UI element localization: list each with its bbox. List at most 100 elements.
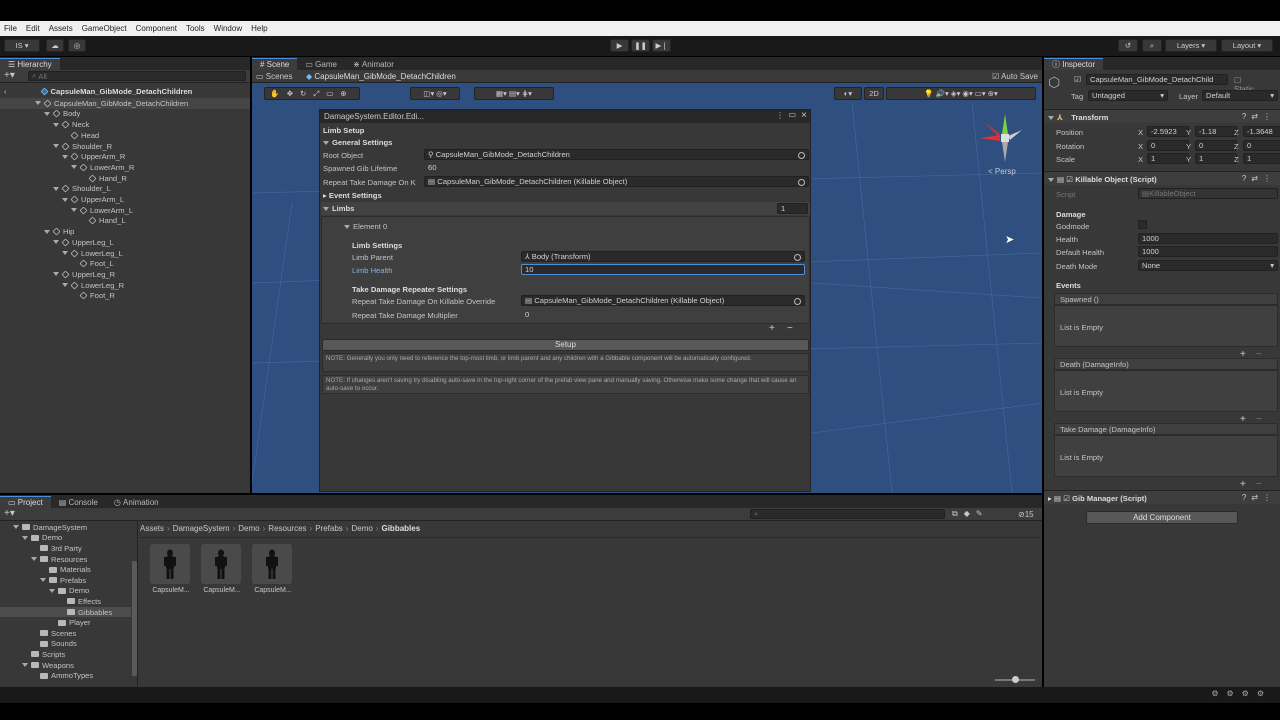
tab-inspector[interactable]: ⓘ Inspector bbox=[1044, 58, 1104, 70]
pause-button[interactable]: ❚❚ bbox=[631, 39, 650, 52]
hierarchy-item[interactable]: Foot_R bbox=[71, 291, 115, 302]
expand-arrow-icon[interactable] bbox=[62, 154, 68, 159]
step-button[interactable]: ▶❘ bbox=[652, 39, 671, 52]
folder-item[interactable]: Prefabs bbox=[0, 575, 131, 586]
grid-snap-tools[interactable]: ▦▾ ▤▾ ⋕▾ bbox=[474, 87, 554, 100]
breadcrumb-item[interactable]: Demo bbox=[351, 524, 372, 533]
project-search-input[interactable]: ⌕ bbox=[750, 509, 945, 519]
object-picker-icon[interactable] bbox=[798, 151, 805, 159]
breadcrumb-item[interactable]: Demo bbox=[238, 524, 259, 533]
object-picker-icon[interactable] bbox=[794, 253, 801, 261]
close-icon[interactable]: × bbox=[801, 110, 807, 121]
tab-hierarchy[interactable]: ☰ Hierarchy bbox=[0, 58, 60, 70]
account-button[interactable]: IS ▾ bbox=[4, 39, 40, 52]
hierarchy-item[interactable]: UpperLeg_L bbox=[53, 237, 114, 248]
transform-tools[interactable]: ✋✥↻⤢▭⊕ bbox=[264, 87, 360, 100]
add-event-button[interactable]: + bbox=[1240, 479, 1246, 490]
transform-rotation-x-field[interactable]: 0 bbox=[1147, 139, 1189, 151]
menu-help[interactable]: Help bbox=[251, 24, 267, 33]
expand-arrow-icon[interactable] bbox=[31, 557, 37, 562]
object-picker-icon[interactable] bbox=[794, 297, 801, 305]
death-mode-dropdown[interactable]: None ▾ bbox=[1138, 260, 1278, 271]
collab-icon[interactable]: ◎ bbox=[68, 39, 86, 52]
expand-arrow-icon[interactable] bbox=[40, 578, 46, 583]
expand-arrow-icon[interactable] bbox=[53, 144, 59, 149]
tab-animator[interactable]: ⋇ Animator bbox=[345, 58, 402, 70]
expand-arrow-icon[interactable] bbox=[35, 101, 41, 106]
prefab-breadcrumb[interactable]: ◆ CapsuleMan_GibMode_DetachChildren bbox=[306, 72, 456, 81]
folder-item[interactable]: Gibbables bbox=[0, 606, 131, 618]
transform-scale-z-field[interactable]: 1 bbox=[1243, 153, 1280, 164]
component-menu-icons[interactable]: ?⇄⋮ bbox=[1242, 174, 1276, 183]
hierarchy-item[interactable]: UpperLeg_R bbox=[53, 269, 115, 280]
folder-tree-scrollbar[interactable] bbox=[132, 561, 137, 676]
auto-save-toggle[interactable]: ☑ Auto Save bbox=[992, 72, 1038, 81]
component-menu-icons[interactable]: ?⇄⋮ bbox=[1242, 112, 1276, 121]
remove-limb-button[interactable]: − bbox=[787, 323, 793, 334]
expand-arrow-icon[interactable] bbox=[62, 197, 68, 202]
hierarchy-item[interactable]: LowerArm_L bbox=[71, 205, 133, 216]
tab-animation[interactable]: ◷ Animation bbox=[106, 496, 167, 508]
breadcrumb-item[interactable]: DamageSystem bbox=[173, 524, 230, 533]
hierarchy-search-input[interactable]: ⌕ All bbox=[28, 71, 246, 81]
menu-gameobject[interactable]: GameObject bbox=[82, 24, 127, 33]
multiplier-field[interactable]: 0 bbox=[521, 309, 805, 320]
expand-arrow-icon[interactable] bbox=[22, 663, 28, 668]
hierarchy-item[interactable]: Shoulder_L bbox=[53, 184, 111, 195]
add-component-button[interactable]: Add Component bbox=[1086, 511, 1238, 524]
event-settings-foldout[interactable]: ▸ Event Settings bbox=[323, 191, 382, 200]
project-add-icon[interactable]: +▾ bbox=[4, 508, 15, 519]
menu-component[interactable]: Component bbox=[136, 24, 177, 33]
transform-position-z-field[interactable]: -1.3648 bbox=[1243, 126, 1280, 137]
killable-header[interactable]: ▤ ☑ Killable Object (Script) ?⇄⋮ bbox=[1044, 171, 1280, 185]
hierarchy-item[interactable]: Body bbox=[44, 109, 80, 120]
folder-item[interactable]: Demo bbox=[0, 533, 131, 544]
scenes-breadcrumb[interactable]: ▭ Scenes bbox=[256, 72, 292, 81]
expand-arrow-icon[interactable] bbox=[53, 122, 59, 127]
play-button[interactable]: ▶ bbox=[610, 39, 629, 52]
cloud-icon[interactable]: ☁ bbox=[46, 39, 64, 52]
object-name-field[interactable]: CapsuleMan_GibMode_DetachChild bbox=[1086, 74, 1228, 85]
expand-arrow-icon[interactable] bbox=[62, 251, 68, 256]
status-icons[interactable]: ⚙⚙⚙⚙ bbox=[1211, 689, 1272, 698]
transform-scale-y-field[interactable]: 1 bbox=[1195, 153, 1237, 164]
expand-arrow-icon[interactable] bbox=[49, 588, 55, 593]
asset-item[interactable]: CapsuleM... bbox=[150, 544, 192, 594]
folder-item[interactable]: AmmoTypes bbox=[0, 670, 131, 681]
hierarchy-item[interactable]: Neck bbox=[53, 119, 89, 130]
limb-health-field[interactable]: 10 bbox=[521, 264, 805, 275]
asset-item[interactable]: CapsuleM... bbox=[201, 544, 243, 594]
expand-arrow-icon[interactable] bbox=[44, 229, 50, 234]
root-object-field[interactable]: ⚲ CapsuleMan_GibMode_DetachChildren bbox=[424, 149, 809, 160]
folder-item[interactable]: Demo bbox=[0, 586, 131, 597]
hierarchy-item[interactable]: LowerLeg_R bbox=[62, 280, 124, 291]
pivot-toggle[interactable]: ◫▾ ◎▾ bbox=[410, 87, 460, 100]
folder-item[interactable]: 3rd Party bbox=[0, 543, 131, 554]
project-filter-icons[interactable]: ⧉◆✎ bbox=[952, 509, 989, 519]
expand-arrow-icon[interactable] bbox=[13, 525, 19, 530]
object-picker-icon[interactable] bbox=[798, 178, 805, 186]
transform-header[interactable]: ⅄ Transform ?⇄⋮ bbox=[1044, 109, 1280, 123]
health-field[interactable]: 1000 bbox=[1138, 233, 1278, 244]
add-limb-button[interactable]: + bbox=[769, 323, 775, 334]
breadcrumb-item[interactable]: Prefabs bbox=[315, 524, 343, 533]
maximize-icon[interactable]: ▭ bbox=[788, 110, 796, 119]
asset-item[interactable]: CapsuleM... bbox=[252, 544, 294, 594]
expand-arrow-icon[interactable] bbox=[71, 165, 77, 170]
breadcrumb-item[interactable]: Assets bbox=[140, 524, 164, 533]
general-settings-foldout[interactable]: General Settings bbox=[323, 138, 392, 147]
hierarchy-item[interactable]: CapsuleMan_GibMode_DetachChildren bbox=[0, 98, 250, 109]
tab-scene[interactable]: # Scene bbox=[252, 58, 298, 70]
hierarchy-item[interactable]: Foot_L bbox=[71, 259, 114, 270]
gib-manager-header[interactable]: ▸ ▤ ☑ Gib Manager (Script) ?⇄⋮ bbox=[1044, 490, 1280, 504]
folder-item[interactable]: Player bbox=[0, 617, 131, 628]
hierarchy-item[interactable]: UpperArm_L bbox=[62, 194, 124, 205]
folder-item[interactable]: Materials bbox=[0, 564, 131, 575]
expand-arrow-icon[interactable] bbox=[53, 186, 59, 191]
tab-console[interactable]: ▤ Console bbox=[51, 496, 106, 508]
limbs-header[interactable]: Limbs 1 bbox=[321, 202, 810, 215]
hierarchy-item[interactable]: Head bbox=[62, 130, 99, 141]
hidden-count[interactable]: ⊘15 bbox=[1018, 510, 1034, 519]
menu-assets[interactable]: Assets bbox=[49, 24, 73, 33]
expand-arrow-icon[interactable] bbox=[53, 272, 59, 277]
